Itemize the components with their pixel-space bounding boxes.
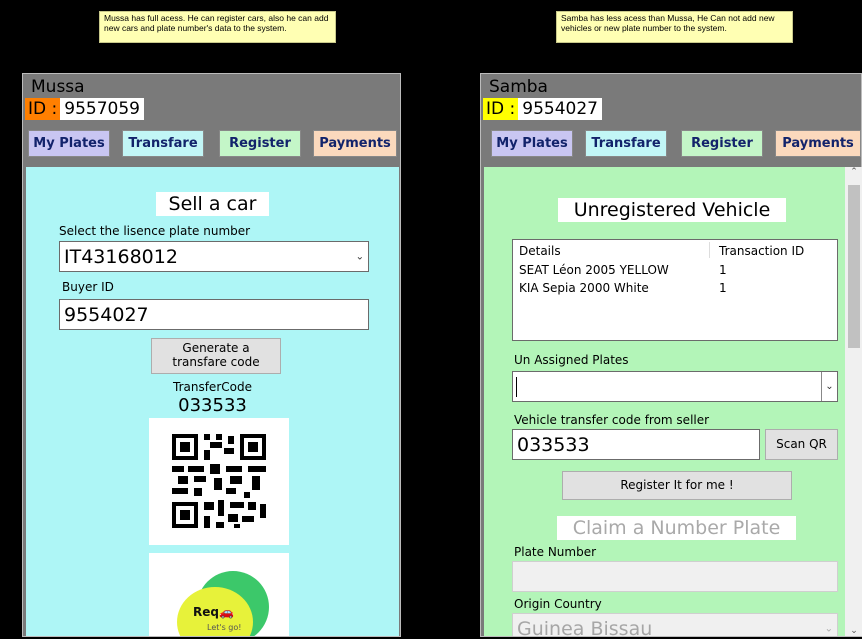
tab-register[interactable]: Register <box>681 130 763 157</box>
unassigned-plates-select[interactable]: ⌄ <box>512 371 838 402</box>
scan-qr-button[interactable]: Scan QR <box>765 429 838 460</box>
logo-subtext: Let's go! <box>207 623 242 632</box>
sell-car-heading: Sell a car <box>156 192 269 216</box>
generate-transfer-code-button[interactable]: Generate a transfare code <box>151 338 281 374</box>
origin-country-label: Origin Country <box>514 597 602 611</box>
row-transaction-id: 1 <box>719 281 727 295</box>
scroll-down-icon[interactable]: ⌄ <box>845 626 862 636</box>
unregistered-vehicle-heading: Unregistered Vehicle <box>558 198 786 222</box>
register-it-button[interactable]: Register It for me ! <box>562 471 792 500</box>
origin-country-value: Guinea Bissau <box>517 617 653 637</box>
chevron-down-icon: ⌄ <box>825 381 834 392</box>
claim-plate-heading: Claim a Number Plate <box>557 516 796 540</box>
mussa-panel: Mussa ID : 9557059 My Plates Transfare R… <box>22 73 401 637</box>
column-header-details[interactable]: Details <box>519 244 561 258</box>
column-header-transaction-id[interactable]: Transaction ID <box>719 244 804 258</box>
scrollbar-thumb[interactable] <box>848 185 860 348</box>
id-row-mussa: ID : 9557059 <box>25 98 144 120</box>
samba-panel: Samba ID : 9554027 My Plates Transfare R… <box>480 73 862 637</box>
note-right: Samba has less acess than Mussa, He Can … <box>556 11 793 43</box>
tab-my-plates[interactable]: My Plates <box>28 130 110 157</box>
buyer-id-input[interactable]: 9554027 <box>59 299 369 330</box>
user-name-mussa: Mussa <box>29 77 87 97</box>
scroll-up-icon[interactable]: ⌃ <box>845 167 862 177</box>
column-divider <box>709 242 710 258</box>
app-logo: Req🚗 Let's go! <box>149 553 289 636</box>
user-name-samba: Samba <box>487 77 550 97</box>
id-row-samba: ID : 9554027 <box>483 98 602 120</box>
transfer-code-label: Vehicle transfer code from seller <box>514 413 710 427</box>
tab-payments[interactable]: Payments <box>313 130 397 157</box>
qr-code-image <box>149 418 289 545</box>
transfer-code-input[interactable]: 033533 <box>512 429 760 460</box>
plate-select[interactable]: IT43168012 ⌄ <box>59 241 369 272</box>
tab-transfare[interactable]: Transfare <box>122 130 204 157</box>
id-value: 9557059 <box>60 98 144 120</box>
car-icon: 🚗 <box>218 605 234 619</box>
chevron-down-icon[interactable]: ⌄ <box>825 623 833 634</box>
transfer-code-value: 033533 <box>178 395 247 416</box>
row-details: SEAT Léon 2005 YELLOW <box>519 263 669 277</box>
chevron-down-icon[interactable]: ⌄ <box>356 251 364 262</box>
text-cursor <box>516 377 517 397</box>
note-left: Mussa has full acess. He can register ca… <box>99 11 336 43</box>
transfer-code-label: TransferCode <box>173 380 252 394</box>
id-value: 9554027 <box>518 98 602 120</box>
plate-selected-value: IT43168012 <box>64 245 178 268</box>
vertical-scrollbar[interactable]: ⌃ ⌄ <box>845 167 862 636</box>
tab-my-plates[interactable]: My Plates <box>491 130 573 157</box>
row-details: KIA Sepia 2000 White <box>519 281 649 295</box>
unregistered-vehicle-content: Unregistered Vehicle Details Transaction… <box>484 167 862 636</box>
id-label: ID : <box>483 98 519 120</box>
id-label: ID : <box>25 98 61 120</box>
vehicle-table[interactable]: Details Transaction ID SEAT Léon 2005 YE… <box>512 239 838 341</box>
plate-select-label: Select the lisence plate number <box>59 224 251 238</box>
sell-car-content: Sell a car Select the lisence plate numb… <box>26 167 399 636</box>
unassigned-plates-label: Un Assigned Plates <box>514 353 629 367</box>
plate-number-input[interactable] <box>512 561 838 592</box>
tab-register[interactable]: Register <box>219 130 301 157</box>
qr-code-icon <box>172 434 266 528</box>
buyer-id-label: Buyer ID <box>62 280 114 294</box>
dropdown-button[interactable]: ⌄ <box>821 372 837 401</box>
tab-transfare[interactable]: Transfare <box>585 130 667 157</box>
tab-payments[interactable]: Payments <box>775 130 861 157</box>
origin-country-select[interactable]: Guinea Bissau ⌄ <box>512 613 838 636</box>
plate-number-label: Plate Number <box>514 545 597 559</box>
row-transaction-id: 1 <box>719 263 727 277</box>
logo-text: Req🚗 <box>193 605 234 619</box>
logo-wordmark: Req <box>193 605 219 619</box>
